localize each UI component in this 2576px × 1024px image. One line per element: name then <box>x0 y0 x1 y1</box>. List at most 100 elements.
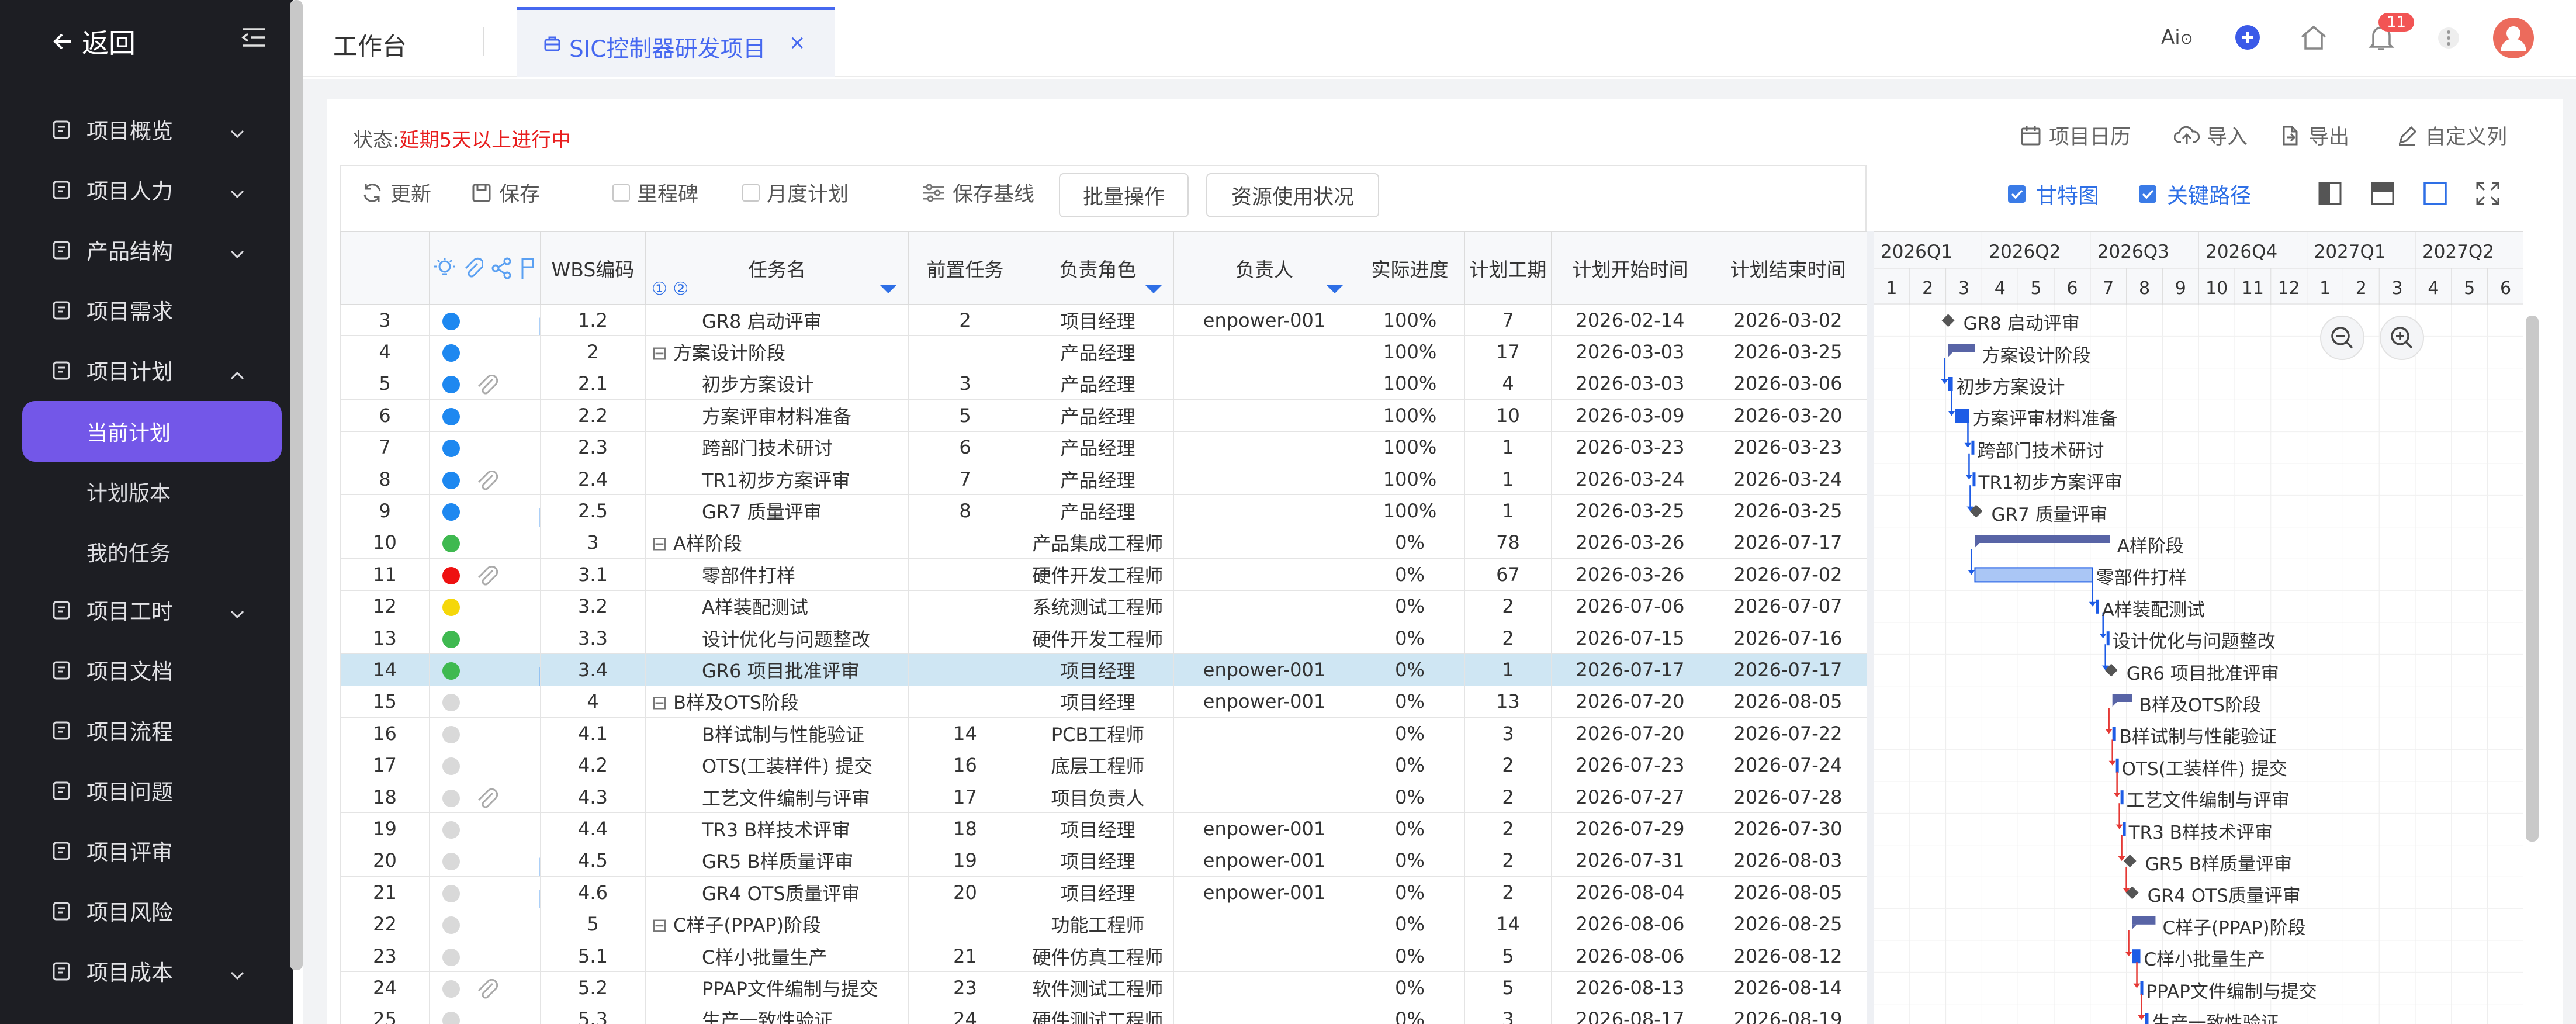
cell-end[interactable]: 2026-07-02 <box>1709 558 1867 591</box>
cell-no[interactable]: 11 <box>340 558 430 591</box>
table-row[interactable]: 20 4.5 GR5 B样质量评审 19 项目经理 enpower-001 0% 2 2026-… <box>340 844 1867 877</box>
cell-name[interactable]: GR4 OTS质量评审 <box>645 876 909 909</box>
table-row[interactable]: 4 2 ⊟ 方案设计阶段 产品经理 100% 17 2026-03-03 2026-03-25 <box>340 335 1867 368</box>
table-row[interactable]: 13 3.3 设计优化与问题整改 硬件开发工程师 0% 2 2026-07-15 2026-0… <box>340 621 1867 655</box>
header-role[interactable]: 负责角色 <box>1022 231 1174 305</box>
collapse-icon[interactable]: ⊟ <box>652 532 673 555</box>
cell-pred[interactable]: 14 <box>908 717 1022 750</box>
cell-duration[interactable]: 67 <box>1464 558 1552 591</box>
cell-pred[interactable] <box>908 908 1022 940</box>
cell-role[interactable]: 产品经理 <box>1022 494 1174 527</box>
cell-role[interactable]: 项目经理 <box>1022 844 1174 877</box>
cell-progress[interactable]: 100% <box>1355 431 1465 463</box>
cell-no[interactable]: 3 <box>340 303 430 337</box>
cell-owner[interactable] <box>1173 908 1355 940</box>
table-row[interactable]: 15 4 ⊟ B样及OTS阶段 项目经理 enpower-001 0% 13 2026-07-… <box>340 685 1867 718</box>
header-wbs[interactable]: WBS编码 <box>540 231 646 305</box>
cell-role[interactable]: 功能工程师 <box>1022 908 1174 940</box>
cell-start[interactable]: 2026-03-25 <box>1551 494 1709 527</box>
cell-wbs[interactable]: 3 <box>540 526 646 559</box>
header-predecessor[interactable]: 前置任务 <box>908 231 1022 305</box>
collapse-icon[interactable]: ⊟ <box>652 691 673 714</box>
cell-duration[interactable]: 2 <box>1464 844 1552 877</box>
cell-no[interactable]: 16 <box>340 717 430 750</box>
paperclip-icon[interactable] <box>475 375 498 395</box>
cell-wbs[interactable]: 5.3 <box>540 1003 646 1024</box>
cell-wbs[interactable]: 3.2 <box>540 590 646 622</box>
cell-progress[interactable]: 0% <box>1355 939 1465 973</box>
cell-pred[interactable]: 24 <box>908 1003 1022 1024</box>
cell-duration[interactable]: 5 <box>1464 971 1552 1004</box>
cell-start[interactable]: 2026-07-29 <box>1551 812 1709 845</box>
cell-name[interactable]: ⊟ C样子(PPAP)阶段 <box>645 908 909 940</box>
cell-role[interactable]: 硬件开发工程师 <box>1022 621 1174 655</box>
cell-no[interactable]: 5 <box>340 367 430 400</box>
sidebar-item-2[interactable]: 项目文档 <box>0 644 286 696</box>
cell-pred[interactable] <box>908 526 1022 559</box>
save-button[interactable]: 保存 <box>471 178 540 207</box>
cell-end[interactable]: 2026-03-24 <box>1709 462 1867 496</box>
cell-name[interactable]: OTS(工装样件) 提交 <box>645 749 909 781</box>
cell-owner[interactable] <box>1173 462 1355 496</box>
cell-role[interactable]: 项目经理 <box>1022 653 1174 686</box>
cell-end[interactable]: 2026-03-02 <box>1709 303 1867 337</box>
cell-pred[interactable]: 5 <box>908 399 1022 432</box>
cell-role[interactable]: 项目经理 <box>1022 303 1174 337</box>
cell-name[interactable]: ⊟ 方案设计阶段 <box>645 335 909 368</box>
cell-wbs[interactable]: 5.1 <box>540 939 646 973</box>
table-row[interactable]: 3 1.2 GR8 启动评审 2 项目经理 enpower-001 100% 7 2026-02… <box>340 303 1867 337</box>
cell-pred[interactable]: 7 <box>908 462 1022 496</box>
cell-wbs[interactable]: 2.5 <box>540 494 646 527</box>
checkbox-checked[interactable] <box>2139 185 2156 203</box>
cell-start[interactable]: 2026-07-27 <box>1551 780 1709 814</box>
cell-start[interactable]: 2026-02-14 <box>1551 303 1709 337</box>
cell-owner[interactable] <box>1173 335 1355 368</box>
back-button[interactable]: 返回 <box>51 22 136 61</box>
cell-owner[interactable] <box>1173 749 1355 781</box>
avatar[interactable] <box>2493 18 2534 58</box>
home-icon[interactable] <box>2299 23 2328 51</box>
cell-progress[interactable]: 0% <box>1355 780 1465 814</box>
cell-end[interactable]: 2026-07-16 <box>1709 621 1867 655</box>
cell-pred[interactable] <box>908 685 1022 718</box>
cell-owner[interactable]: enpower-001 <box>1173 303 1355 337</box>
cell-role[interactable]: 产品经理 <box>1022 399 1174 432</box>
cell-pred[interactable]: 18 <box>908 812 1022 845</box>
cell-start[interactable]: 2026-03-26 <box>1551 558 1709 591</box>
cell-name[interactable]: 设计优化与问题整改 <box>645 621 909 655</box>
table-row[interactable]: 10 3 ⊟ A样阶段 产品集成工程师 0% 78 2026-03-26 2026-07-17 <box>340 526 1867 559</box>
sidebar-item-5[interactable]: 项目计划 <box>0 344 286 396</box>
table-row[interactable]: 25 5.3 生产一致性验证 24 硬件测试工程师 0% 3 2026-08-17 2026-0… <box>340 1003 1867 1024</box>
save-baseline-button[interactable]: 保存基线 <box>922 178 1034 207</box>
cell-pred[interactable]: 2 <box>908 303 1022 337</box>
cell-pred[interactable]: 17 <box>908 780 1022 814</box>
cell-start[interactable]: 2026-07-20 <box>1551 685 1709 718</box>
cell-duration[interactable]: 1 <box>1464 653 1552 686</box>
sort-icon[interactable] <box>1327 285 1343 293</box>
cell-role[interactable]: 产品经理 <box>1022 367 1174 400</box>
cell-pred[interactable] <box>908 558 1022 591</box>
sidebar-item-1[interactable]: 项目工时 <box>0 583 286 636</box>
cell-name[interactable]: PPAP文件编制与提交 <box>645 971 909 1004</box>
cell-start[interactable]: 2026-07-17 <box>1551 653 1709 686</box>
more-icon[interactable] <box>2437 25 2460 51</box>
cell-end[interactable]: 2026-03-25 <box>1709 335 1867 368</box>
cell-progress[interactable]: 0% <box>1355 1003 1465 1024</box>
cell-progress[interactable]: 0% <box>1355 685 1465 718</box>
sort-icon[interactable] <box>1145 285 1162 293</box>
cell-start[interactable]: 2026-03-03 <box>1551 367 1709 400</box>
sidebar-subitem-1[interactable]: 当前计划 <box>22 401 282 462</box>
table-row[interactable]: 24 5.2 PPAP文件编制与提交 23 软件测试工程师 0% 5 2026-08-13 20… <box>340 971 1867 1004</box>
cell-end[interactable]: 2026-07-07 <box>1709 590 1867 622</box>
cell-owner[interactable]: enpower-001 <box>1173 876 1355 909</box>
cell-wbs[interactable]: 2.3 <box>540 431 646 463</box>
cell-owner[interactable]: enpower-001 <box>1173 685 1355 718</box>
cell-end[interactable]: 2026-08-12 <box>1709 939 1867 973</box>
cell-start[interactable]: 2026-03-26 <box>1551 526 1709 559</box>
import-button[interactable]: 导入 <box>2174 120 2248 150</box>
cell-end[interactable]: 2026-07-30 <box>1709 812 1867 845</box>
cell-progress[interactable]: 0% <box>1355 812 1465 845</box>
milestone-checkbox[interactable]: 里程碑 <box>612 178 698 207</box>
cell-pred[interactable]: 23 <box>908 971 1022 1004</box>
cell-duration[interactable]: 78 <box>1464 526 1552 559</box>
